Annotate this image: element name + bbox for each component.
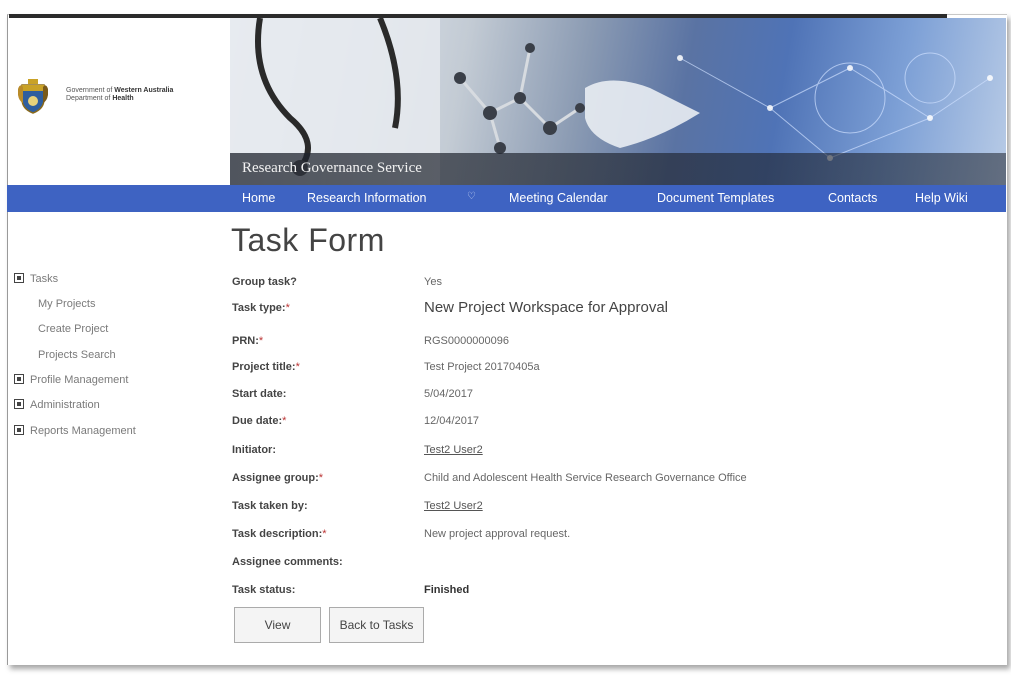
field-label: Task status: — [232, 584, 296, 596]
field-label: Start date: — [232, 388, 287, 400]
sidebar-item-label: Tasks — [30, 273, 59, 285]
field-label: Project title:* — [232, 361, 300, 373]
field-label: Due date:* — [232, 415, 287, 427]
required-marker: * — [295, 361, 300, 373]
gov-text: Government of Western Australia Departme… — [66, 87, 173, 103]
project-title-value: Test Project 20170405a — [424, 361, 540, 373]
required-marker: * — [282, 415, 287, 427]
nav-home[interactable]: Home — [242, 191, 275, 205]
page-title: Task Form — [231, 222, 385, 258]
task-description-value: New project approval request. — [424, 528, 571, 540]
sidebar-item-create-project[interactable]: Create Project — [38, 323, 108, 335]
sidebar-item-label: Profile Management — [30, 374, 129, 386]
gov-line2-text: Department of — [66, 95, 113, 102]
start-date-value: 5/04/2017 — [424, 388, 473, 400]
gov-line1-text: Government of — [66, 87, 115, 94]
field-label: PRN:* — [232, 335, 264, 347]
sidebar-item-my-projects[interactable]: My Projects — [38, 298, 95, 310]
wa-health-logo[interactable]: Government of Western Australia Departme… — [14, 75, 234, 125]
chevron-down-icon[interactable]: ♡ — [467, 191, 476, 202]
sidebar-item-tasks[interactable]: Tasks — [14, 273, 58, 285]
sidebar-item-projects-search[interactable]: Projects Search — [38, 349, 116, 361]
task-status-value: Finished — [424, 584, 470, 596]
sidebar-item-administration[interactable]: Administration — [14, 399, 100, 411]
crest-icon — [18, 79, 48, 114]
required-marker: * — [258, 335, 264, 347]
expand-icon[interactable] — [14, 425, 24, 435]
required-marker: * — [318, 472, 324, 484]
task-taken-by-link[interactable]: Test2 User2 — [424, 500, 483, 512]
nav-research-information[interactable]: Research Information — [307, 191, 427, 205]
task-type-value: New Project Workspace for Approval — [424, 299, 668, 316]
sidebar-item-reports-management[interactable]: Reports Management — [14, 425, 136, 437]
prn-value: RGS0000000096 — [424, 335, 510, 347]
header-banner: Research Governance Service — [230, 18, 1006, 185]
field-label: Assignee group:* — [232, 472, 324, 484]
banner-caption: Research Governance Service — [230, 153, 1006, 185]
field-label: Assignee comments: — [232, 556, 343, 568]
site-title: Research Governance Service — [242, 160, 422, 176]
field-label: Task description:* — [232, 528, 327, 540]
field-label: Group task? — [232, 276, 297, 288]
field-label: Task type:* — [232, 302, 290, 314]
due-date-value: 12/04/2017 — [424, 415, 480, 427]
group-task-value: Yes — [424, 276, 442, 288]
required-marker: * — [285, 302, 290, 314]
field-label: Task taken by: — [232, 500, 308, 512]
assignee-group-value: Child and Adolescent Health Service Rese… — [424, 472, 747, 484]
nav-contacts[interactable]: Contacts — [828, 191, 877, 205]
expand-icon[interactable] — [14, 374, 24, 384]
back-to-tasks-button[interactable]: Back to Tasks — [329, 607, 424, 643]
top-nav: Home Research Information ♡ Meeting Cale… — [7, 185, 1006, 212]
required-marker: * — [322, 528, 327, 540]
expand-icon[interactable] — [14, 273, 24, 283]
sidebar-item-label: Reports Management — [30, 425, 136, 437]
field-label: Initiator: — [232, 444, 276, 456]
gov-line1-bold: Western Australia — [114, 87, 174, 94]
nav-help-wiki[interactable]: Help Wiki — [915, 191, 968, 205]
view-button[interactable]: View — [234, 607, 321, 643]
sidebar-item-label: Administration — [30, 399, 100, 411]
nav-document-templates[interactable]: Document Templates — [657, 191, 774, 205]
gov-line2-bold: Health — [112, 95, 134, 102]
initiator-link[interactable]: Test2 User2 — [424, 444, 483, 456]
expand-icon[interactable] — [14, 399, 24, 409]
sidebar-item-profile-management[interactable]: Profile Management — [14, 374, 128, 386]
nav-meeting-calendar[interactable]: Meeting Calendar — [509, 191, 608, 205]
